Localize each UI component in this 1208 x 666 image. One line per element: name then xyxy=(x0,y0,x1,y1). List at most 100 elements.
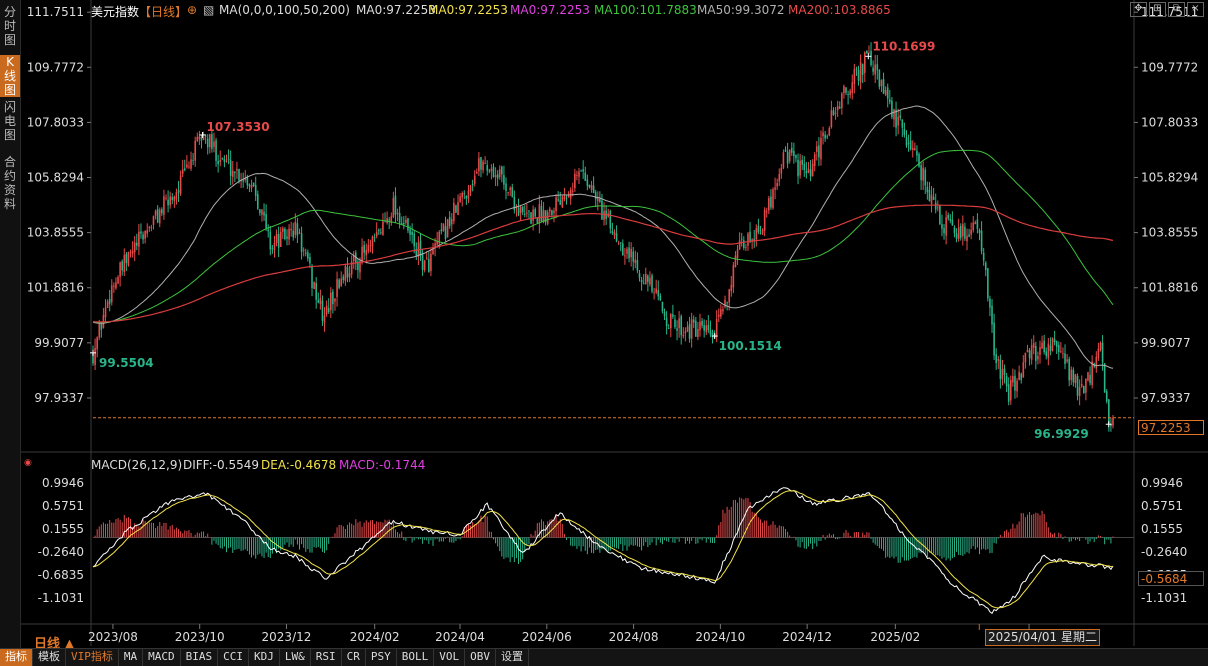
tab-lw-8[interactable]: LW& xyxy=(280,649,311,666)
candle-body xyxy=(678,318,680,328)
candle-body xyxy=(136,242,138,246)
sidebar-item-0[interactable]: 分 时 图 xyxy=(0,5,20,49)
tab-cr-10[interactable]: CR xyxy=(342,649,366,666)
candle-body xyxy=(638,273,641,278)
candle-body xyxy=(448,217,451,227)
tab--1[interactable]: 模板 xyxy=(33,649,66,666)
candle-body xyxy=(509,188,511,190)
candle-body xyxy=(782,152,785,168)
macd-axis-label-right: 0.5751 xyxy=(1141,499,1183,513)
candle-body xyxy=(845,87,847,93)
tab-bias-5[interactable]: BIAS xyxy=(181,649,219,666)
candle-body xyxy=(430,253,432,271)
period-tag[interactable]: 【日线】 xyxy=(139,3,187,20)
candle-body xyxy=(1022,362,1025,378)
tab-obv-14[interactable]: OBV xyxy=(465,649,496,666)
candle-body xyxy=(943,228,945,234)
candle-body xyxy=(532,209,534,221)
candle-body xyxy=(367,245,370,252)
tab--15[interactable]: 设置 xyxy=(496,649,529,666)
candle-body xyxy=(622,243,624,256)
candle-body xyxy=(567,195,570,197)
candle-body xyxy=(1028,350,1031,359)
candle-body xyxy=(1030,345,1033,360)
candle-body xyxy=(1076,376,1079,396)
date-readout: 2025/04/01 星期二 xyxy=(985,629,1100,646)
candle-body xyxy=(989,298,991,308)
candle-body xyxy=(720,309,722,317)
price-axis-label-right: 105.8294 xyxy=(1141,171,1198,185)
tab--0[interactable]: 指标 xyxy=(0,649,33,666)
candle-body xyxy=(853,69,856,84)
indicator-tab-bar: 指标 模板 VIP指标 MA MACD BIAS CCI KDJ LW& RSI CR PSY BOLL… xyxy=(0,648,1208,666)
candle-body xyxy=(891,100,893,118)
price-axis-label-right: 99.9077 xyxy=(1141,336,1191,350)
candle-body xyxy=(619,242,622,244)
tab-psy-11[interactable]: PSY xyxy=(366,649,397,666)
candle-body xyxy=(530,212,532,224)
candle-body xyxy=(396,212,399,214)
kline-chart[interactable]: 111.7511 111.7511109.7772 109.7772107.8033… xyxy=(21,0,1208,648)
candle-body xyxy=(231,170,234,177)
candle-body xyxy=(250,185,253,189)
candle-body xyxy=(486,165,489,171)
candle-body xyxy=(473,175,476,184)
candle-body xyxy=(421,253,424,270)
candle-body xyxy=(632,251,635,262)
tab-macd-4[interactable]: MACD xyxy=(143,649,181,666)
expand-icon[interactable]: ⊞ xyxy=(1149,2,1166,17)
price-label-low2: 100.1514 xyxy=(719,339,782,353)
tab-boll-12[interactable]: BOLL xyxy=(397,649,435,666)
move-icon[interactable]: ✥ xyxy=(1130,2,1147,17)
candle-body xyxy=(701,320,703,326)
tab-cci-6[interactable]: CCI xyxy=(218,649,249,666)
candle-body xyxy=(342,276,345,280)
candle-body xyxy=(893,109,895,120)
price-axis-label-right: 109.7772 xyxy=(1141,60,1198,74)
candle-body xyxy=(795,155,797,159)
sidebar-item-1[interactable]: K 线 图 xyxy=(0,55,20,97)
candle-body xyxy=(1091,361,1093,385)
candle-body xyxy=(820,138,822,160)
tab-kdj-7[interactable]: KDJ xyxy=(249,649,280,666)
indicator-icon[interactable]: ▧ xyxy=(203,3,214,17)
tab-vol-13[interactable]: VOL xyxy=(434,649,466,666)
sidebar-item-2[interactable]: 闪 电 图 xyxy=(0,100,20,150)
candle-body xyxy=(455,205,457,213)
candle-body xyxy=(290,229,292,231)
candle-body xyxy=(934,202,937,210)
candle-body xyxy=(521,206,524,212)
candle-body xyxy=(582,169,584,172)
sidebar-item-3[interactable]: 合 约 资 料 xyxy=(0,155,20,215)
candle-body xyxy=(1110,424,1112,427)
candle-body xyxy=(273,242,276,250)
candle-body xyxy=(286,236,288,239)
candle-body xyxy=(254,184,257,196)
candle-body xyxy=(872,67,874,72)
candle-body xyxy=(223,159,226,162)
candle-body xyxy=(734,255,737,267)
settings-icon[interactable]: ⊕ xyxy=(187,3,197,17)
candle-body xyxy=(897,116,899,126)
tab-ma-3[interactable]: MA xyxy=(119,649,144,666)
macd-settings-icon[interactable]: ◉ xyxy=(24,458,32,468)
candle-body xyxy=(327,307,330,313)
candle-body xyxy=(847,94,849,95)
candle-body xyxy=(413,233,416,247)
price-axis-label-left: 99.9077 xyxy=(34,336,84,350)
chart-area[interactable]: 111.7511 111.7511 109.7772 109.7772 107.8033… xyxy=(21,0,1208,648)
restore-icon[interactable]: ⧉ xyxy=(1168,2,1185,17)
candle-body xyxy=(206,138,209,148)
candle-body xyxy=(922,167,924,181)
candle-body xyxy=(1099,342,1102,350)
candle-body xyxy=(907,142,910,144)
candle-body xyxy=(196,137,199,142)
tab-rsi-9[interactable]: RSI xyxy=(311,649,342,666)
close-icon[interactable]: × xyxy=(1187,2,1204,17)
candle-body xyxy=(453,202,455,222)
price-axis-label-right: 101.8816 xyxy=(1141,281,1198,295)
candle-body xyxy=(966,235,968,242)
tab-vip-2[interactable]: VIP指标 xyxy=(66,649,119,666)
candle-body xyxy=(740,238,743,240)
candle-body xyxy=(882,79,885,94)
